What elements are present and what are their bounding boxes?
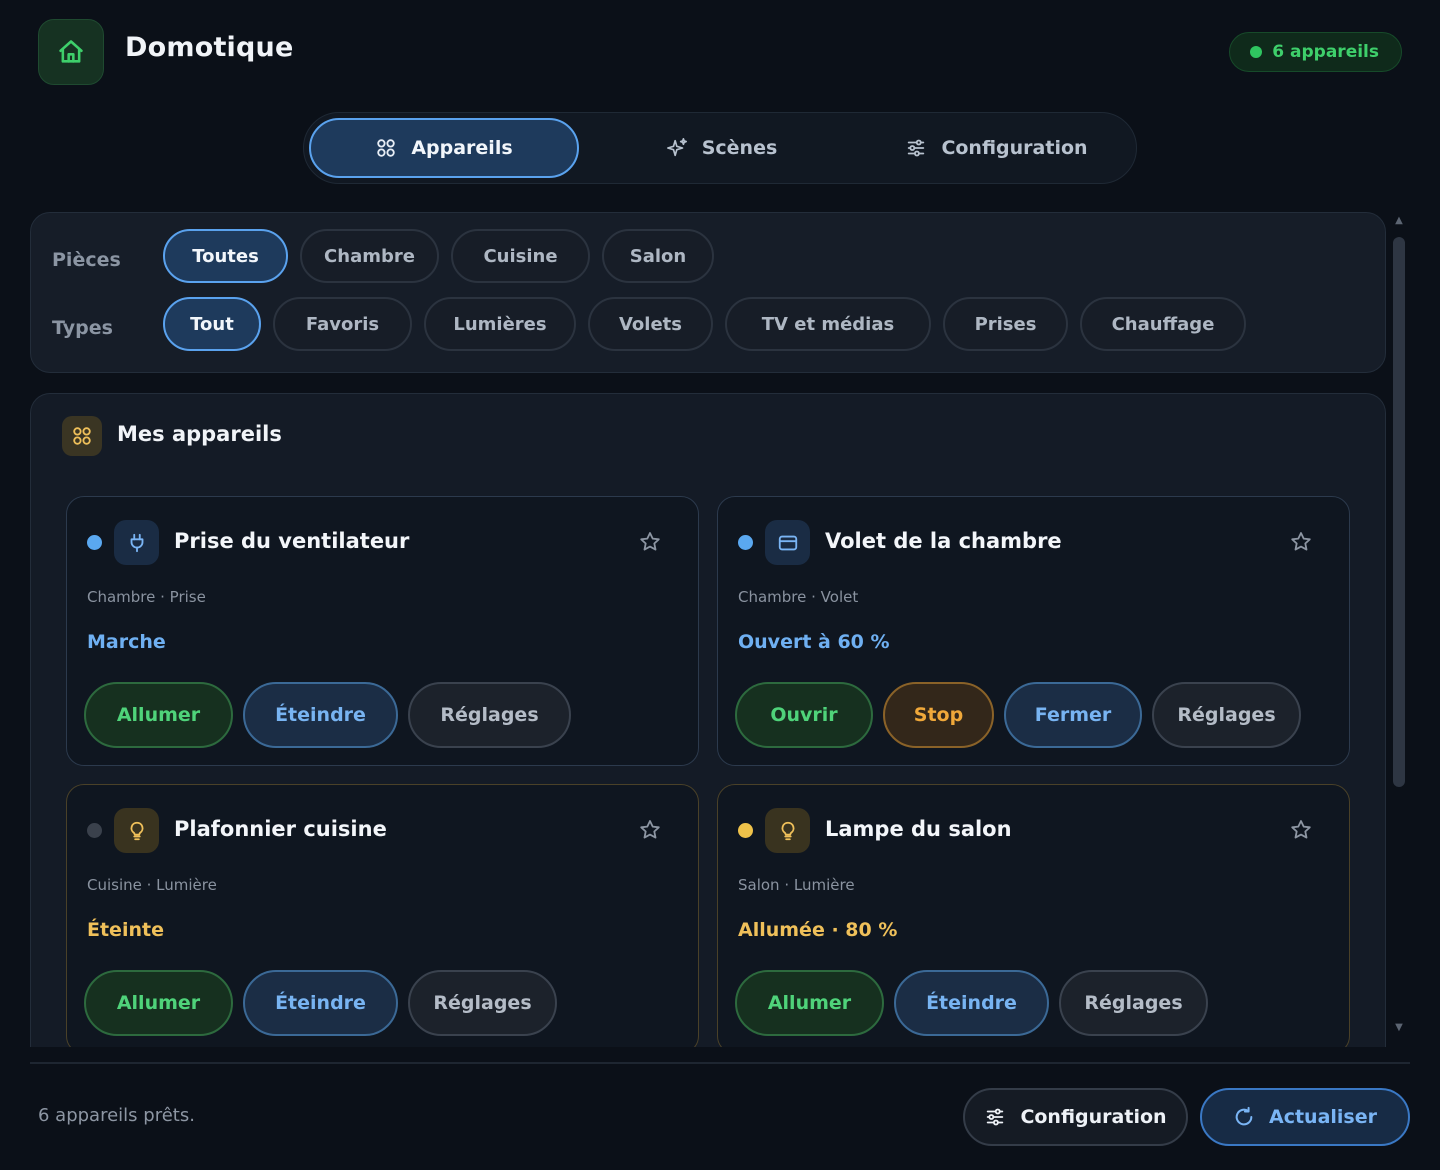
footer-divider <box>30 1062 1410 1064</box>
devices-title: Mes appareils <box>117 422 282 446</box>
grid-icon <box>73 427 91 445</box>
filter-panel: Pièces Toutes Chambre Cuisine Salon Type… <box>30 212 1386 373</box>
turn-off-button[interactable]: Éteindre <box>243 970 398 1036</box>
footer-status-text: 6 appareils prêts. <box>38 1105 195 1126</box>
tab-label: Appareils <box>411 137 513 159</box>
device-card-plafonnier-cuisine: Plafonnier cuisine Cuisine · Lumière Éte… <box>66 784 699 1047</box>
turn-on-button[interactable]: Allumer <box>84 970 233 1036</box>
refresh-label: Actualiser <box>1269 1106 1377 1128</box>
home-app-icon <box>38 19 104 85</box>
turn-on-button[interactable]: Allumer <box>84 682 233 748</box>
room-chip-cuisine[interactable]: Cuisine <box>451 229 590 283</box>
shutter-icon <box>778 535 797 550</box>
rooms-filter-label: Pièces <box>52 249 121 271</box>
device-name: Volet de la chambre <box>825 529 1062 553</box>
tab-label: Configuration <box>941 137 1088 159</box>
type-chip-tv-medias[interactable]: TV et médias <box>725 297 931 351</box>
status-dot <box>738 823 753 838</box>
devices-header-icon <box>62 416 102 456</box>
type-chip-lumieres[interactable]: Lumières <box>424 297 576 351</box>
device-state: Éteinte <box>87 919 164 941</box>
tab-label: Scènes <box>701 137 778 159</box>
type-chip-prises[interactable]: Prises <box>943 297 1068 351</box>
sparkle-icon <box>666 138 687 157</box>
device-state: Marche <box>87 631 166 653</box>
favorite-star-icon[interactable] <box>1289 530 1313 554</box>
scroll-down-arrow[interactable]: ▼ <box>1393 1022 1405 1033</box>
footer-configuration-label: Configuration <box>1020 1106 1167 1128</box>
device-type-icon <box>765 520 810 565</box>
type-chip-tout[interactable]: Tout <box>163 297 261 351</box>
device-card-prise-ventilateur: Prise du ventilateur Chambre · Prise Mar… <box>66 496 699 766</box>
device-type-icon <box>765 808 810 853</box>
type-chip-volets[interactable]: Volets <box>588 297 713 351</box>
tab-configuration[interactable]: Configuration <box>864 118 1129 178</box>
device-actions: Allumer Éteindre Réglages <box>735 970 1208 1036</box>
online-status-dot <box>1250 46 1263 58</box>
device-actions: Allumer Éteindre Réglages <box>84 970 557 1036</box>
device-state: Ouvert à 60 % <box>738 631 890 653</box>
device-type-icon <box>114 520 159 565</box>
device-meta: Chambre · Prise <box>87 588 206 606</box>
type-chip-chauffage[interactable]: Chauffage <box>1080 297 1246 351</box>
devices-panel: Mes appareils Prise du ventilateur Chamb… <box>30 393 1386 1047</box>
device-type-icon <box>114 808 159 853</box>
scrollbar-thumb[interactable] <box>1393 237 1405 787</box>
plug-icon <box>130 533 143 552</box>
turn-on-button[interactable]: Allumer <box>735 970 884 1036</box>
favorite-star-icon[interactable] <box>638 530 662 554</box>
device-meta: Chambre · Volet <box>738 588 859 606</box>
scroll-up-arrow[interactable]: ▲ <box>1393 215 1405 226</box>
status-dot <box>738 535 753 550</box>
device-name: Plafonnier cuisine <box>174 817 387 841</box>
device-state: Allumée · 80 % <box>738 919 898 941</box>
types-filter-label: Types <box>52 317 113 339</box>
device-count-label: 6 appareils <box>1272 42 1379 62</box>
tab-scenes[interactable]: Scènes <box>579 118 864 178</box>
device-meta: Cuisine · Lumière <box>87 876 217 894</box>
device-meta: Salon · Lumière <box>738 876 855 894</box>
device-name: Prise du ventilateur <box>174 529 410 553</box>
turn-off-button[interactable]: Éteindre <box>894 970 1049 1036</box>
home-icon <box>59 40 83 63</box>
favorite-star-icon[interactable] <box>1289 818 1313 842</box>
room-chip-toutes[interactable]: Toutes <box>163 229 288 283</box>
bulb-icon <box>130 821 143 840</box>
device-name: Lampe du salon <box>825 817 1012 841</box>
close-button[interactable]: Fermer <box>1004 682 1142 748</box>
device-actions: Allumer Éteindre Réglages <box>84 682 571 748</box>
status-dot <box>87 823 102 838</box>
refresh-button[interactable]: Actualiser <box>1200 1088 1410 1146</box>
device-card-volet-chambre: Volet de la chambre Chambre · Volet Ouve… <box>717 496 1350 766</box>
grid-icon <box>377 139 396 157</box>
device-card-lampe-salon: Lampe du salon Salon · Lumière Allumée ·… <box>717 784 1350 1047</box>
settings-button[interactable]: Réglages <box>408 970 557 1036</box>
favorite-star-icon[interactable] <box>638 818 662 842</box>
app-title: Domotique <box>125 32 294 63</box>
device-count-badge: 6 appareils <box>1229 32 1402 72</box>
status-dot <box>87 535 102 550</box>
room-chip-salon[interactable]: Salon <box>602 229 714 283</box>
turn-off-button[interactable]: Éteindre <box>243 682 398 748</box>
settings-button[interactable]: Réglages <box>1059 970 1208 1036</box>
open-button[interactable]: Ouvrir <box>735 682 873 748</box>
bulb-icon <box>781 821 794 840</box>
type-chip-favoris[interactable]: Favoris <box>273 297 412 351</box>
refresh-icon <box>1235 1106 1253 1126</box>
device-actions: Ouvrir Stop Fermer Réglages <box>735 682 1301 748</box>
main-tabs: Appareils Scènes Configuration <box>303 112 1137 184</box>
sliders-icon <box>987 1108 1004 1126</box>
stop-button[interactable]: Stop <box>883 682 994 748</box>
sliders-icon <box>908 139 925 157</box>
room-chip-chambre[interactable]: Chambre <box>300 229 439 283</box>
footer-configuration-button[interactable]: Configuration <box>963 1088 1188 1146</box>
settings-button[interactable]: Réglages <box>408 682 571 748</box>
tab-appareils[interactable]: Appareils <box>309 118 579 178</box>
settings-button[interactable]: Réglages <box>1152 682 1301 748</box>
